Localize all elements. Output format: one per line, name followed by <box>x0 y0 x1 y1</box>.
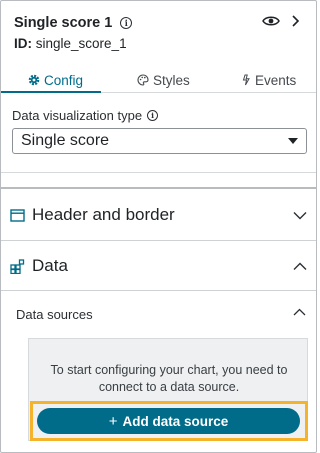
data-sources-row[interactable]: Data sources <box>1 293 316 333</box>
tab-events[interactable]: Events <box>241 68 296 92</box>
panel-header: Single score 1 i ID: single_score_1 <box>1 1 316 63</box>
id-value: single_score_1 <box>35 36 127 51</box>
info-icon[interactable]: i <box>120 17 133 29</box>
blocks-icon <box>10 258 25 274</box>
window-icon <box>10 208 25 222</box>
data-viz-type-value: Single score <box>21 132 110 149</box>
add-data-source-label: Add data source <box>122 413 229 429</box>
id-label: ID: <box>14 36 32 51</box>
eye-icon[interactable] <box>262 14 280 28</box>
section-data-label: Data <box>32 256 68 275</box>
divider <box>1 290 316 291</box>
section-header-and-border[interactable]: Header and border <box>1 190 316 240</box>
tab-styles-label: Styles <box>153 72 190 88</box>
add-data-source-button[interactable]: + Add data source <box>37 408 300 434</box>
section-data[interactable]: Data <box>1 241 316 291</box>
data-viz-type-label: Data visualization type <box>12 108 143 123</box>
divider <box>1 187 316 189</box>
tab-bar: Config Styles Events <box>1 63 316 93</box>
element-id: ID: single_score_1 <box>14 36 127 51</box>
lightning-icon <box>242 74 250 86</box>
title-row: Single score 1 i <box>14 13 133 33</box>
tab-config[interactable]: Config <box>28 68 83 92</box>
plus-icon: + <box>108 412 118 430</box>
divider <box>1 172 316 173</box>
tab-styles[interactable]: Styles <box>137 68 190 92</box>
properties-panel: Single score 1 i ID: single_score_1 Conf… <box>0 0 317 453</box>
data-viz-type-label-row: Data visualization type i <box>12 108 159 123</box>
tab-events-label: Events <box>255 72 297 88</box>
caret-down-icon <box>288 138 298 144</box>
chevron-up-icon <box>293 308 306 316</box>
tab-config-label: Config <box>44 72 84 88</box>
info-icon[interactable]: i <box>147 110 159 121</box>
data-viz-type-select[interactable]: Single score <box>12 128 307 154</box>
active-tab-indicator <box>1 91 101 93</box>
gear-icon <box>28 74 40 86</box>
section-header-and-border-label: Header and border <box>32 205 175 224</box>
panel-title: Single score 1 <box>14 15 113 31</box>
palette-icon <box>137 74 149 86</box>
chevron-up-icon <box>293 262 307 270</box>
empty-state-message: To start configuring your chart, you nee… <box>50 363 288 394</box>
chevron-down-icon <box>293 211 307 219</box>
chevron-right-icon[interactable] <box>290 14 302 28</box>
data-sources-label: Data sources <box>16 307 93 322</box>
